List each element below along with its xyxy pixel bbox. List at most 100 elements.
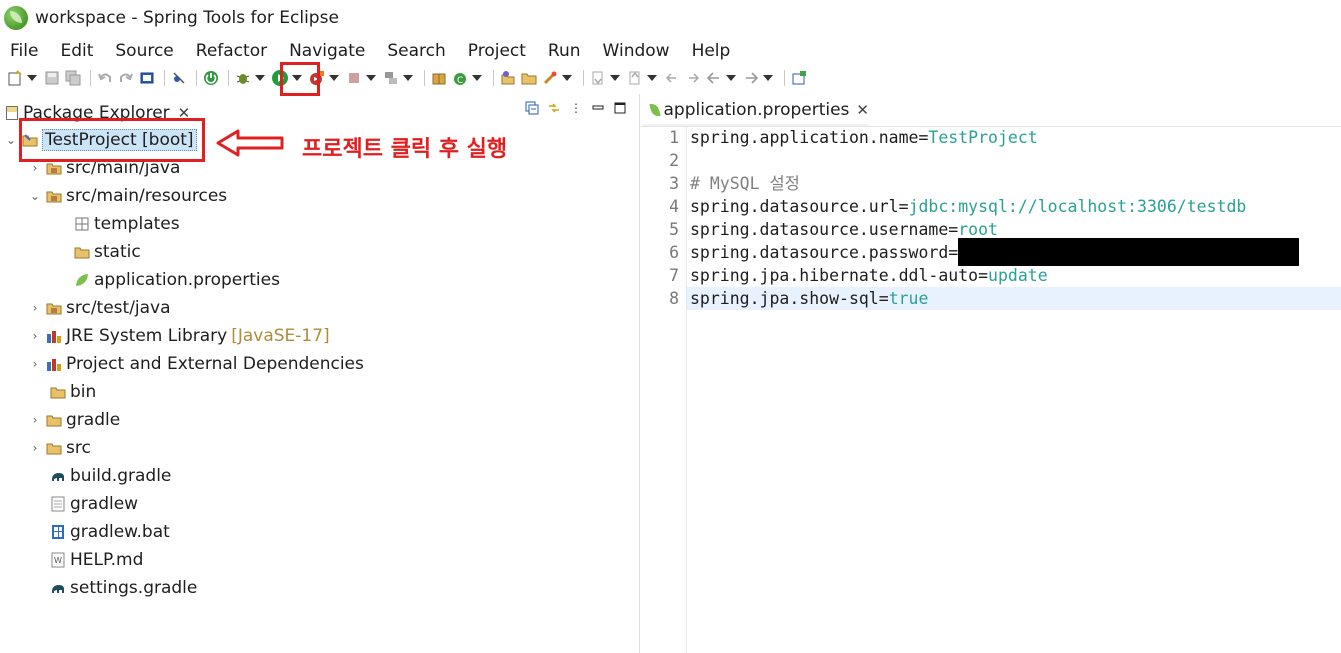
tree-item-bin[interactable]: bin [46, 380, 96, 404]
external-tools-dropdown-icon[interactable] [329, 69, 339, 87]
menu-window[interactable]: Window [592, 41, 681, 61]
line-number: 8 [669, 289, 679, 308]
open-task-dropdown-icon[interactable] [562, 69, 572, 87]
new-icon[interactable] [6, 69, 24, 87]
tab-application-properties[interactable]: application.properties ✕ [643, 96, 869, 126]
property-value: true [888, 289, 929, 308]
tree-item-gradlew-bat[interactable]: gradlew.bat [46, 520, 170, 544]
tree-item-src[interactable]: › src [28, 436, 91, 460]
view-toolbar: ⋮ [524, 100, 628, 116]
menu-edit[interactable]: Edit [49, 41, 104, 61]
debug-icon[interactable] [234, 69, 252, 87]
line-number: 5 [669, 220, 679, 239]
new-class-icon[interactable]: C [451, 69, 469, 87]
run-button-highlight [280, 62, 320, 96]
chevron-right-icon[interactable]: › [28, 357, 42, 371]
back-icon[interactable] [705, 69, 723, 87]
tree-item-src-main-resources[interactable]: ⌄ src/main/resources [28, 184, 227, 208]
skip-breakpoints-icon[interactable] [170, 69, 188, 87]
bat-file-icon [50, 524, 66, 540]
forward-dropdown-icon[interactable] [763, 69, 773, 87]
stop-icon[interactable] [345, 69, 363, 87]
menu-navigate[interactable]: Navigate [278, 41, 376, 61]
new-class-dropdown-icon[interactable] [472, 69, 482, 87]
view-menu-icon[interactable]: ⋮ [568, 100, 584, 116]
previous-annotation-dropdown-icon[interactable] [647, 69, 657, 87]
comment: # MySQL 설정 [690, 174, 800, 193]
tree-item-gradlew[interactable]: gradlew [46, 492, 138, 516]
code-line[interactable]: spring.application.name=TestProject [687, 126, 1341, 149]
property-key: spring.datasource.username [690, 220, 949, 239]
package-explorer-icon [6, 106, 18, 120]
code-line[interactable]: spring.jpa.hibernate.ddl-auto=update [687, 264, 1341, 287]
tree-item-templates[interactable]: templates [70, 212, 180, 236]
tree-item-build-gradle[interactable]: build.gradle [46, 464, 171, 488]
open-folder-icon[interactable] [520, 69, 538, 87]
new-dropdown-icon[interactable] [27, 69, 37, 87]
property-value: root [958, 220, 998, 239]
link-with-editor-icon[interactable] [546, 100, 562, 116]
next-annotation-icon[interactable] [589, 69, 607, 87]
deploy-icon[interactable] [382, 69, 400, 87]
menu-help[interactable]: Help [681, 41, 742, 61]
spring-boot-power-icon[interactable] [202, 69, 220, 87]
menu-source[interactable]: Source [104, 41, 184, 61]
chevron-right-icon[interactable]: › [28, 441, 42, 455]
menu-search[interactable]: Search [376, 41, 456, 61]
tree-item-application-properties[interactable]: application.properties [70, 268, 280, 292]
markdown-file-icon: W [50, 552, 66, 568]
menu-project[interactable]: Project [457, 41, 537, 61]
package-icon [74, 216, 90, 232]
redo-icon[interactable] [117, 69, 135, 87]
property-key: spring.application.name [690, 128, 919, 147]
forward-edit-icon[interactable] [684, 69, 702, 87]
tree-item-src-test-java[interactable]: › src/test/java [28, 296, 171, 320]
chevron-down-icon[interactable]: ⌄ [4, 133, 18, 147]
undo-icon[interactable] [96, 69, 114, 87]
save-all-icon[interactable] [64, 69, 82, 87]
code-line[interactable]: # MySQL 설정 [687, 172, 1341, 195]
svg-text:C: C [457, 76, 463, 86]
console-icon[interactable] [138, 69, 156, 87]
next-annotation-dropdown-icon[interactable] [610, 69, 620, 87]
previous-annotation-icon[interactable] [626, 69, 644, 87]
editor-tab-title: application.properties [663, 100, 850, 120]
chevron-right-icon[interactable]: › [28, 413, 42, 427]
save-icon[interactable] [43, 69, 61, 87]
new-package-icon[interactable] [430, 69, 448, 87]
tree-item-settings-gradle[interactable]: settings.gradle [46, 576, 197, 600]
debug-dropdown-icon[interactable] [255, 69, 265, 87]
tree-item-help-md[interactable]: W HELP.md [46, 548, 143, 572]
tree-item-gradle[interactable]: › gradle [28, 408, 121, 432]
open-perspective-icon[interactable] [790, 69, 808, 87]
tree-item-project-dependencies[interactable]: › Project and External Dependencies [28, 352, 364, 376]
last-edit-location-icon[interactable] [663, 69, 681, 87]
chevron-right-icon[interactable]: › [28, 161, 42, 175]
chevron-down-icon[interactable]: ⌄ [28, 189, 42, 203]
collapse-all-icon[interactable] [524, 100, 540, 116]
minimize-icon[interactable] [590, 100, 606, 116]
tree-item-static[interactable]: static [70, 240, 141, 264]
code-line[interactable]: spring.datasource.password= [687, 237, 1341, 266]
menu-file[interactable]: File [0, 41, 49, 61]
chevron-right-icon[interactable]: › [28, 301, 42, 315]
open-type-icon[interactable] [499, 69, 517, 87]
maximize-icon[interactable] [612, 100, 628, 116]
forward-icon[interactable] [742, 69, 760, 87]
menu-run[interactable]: Run [537, 41, 592, 61]
deploy-dropdown-icon[interactable] [403, 69, 413, 87]
chevron-right-icon[interactable]: › [28, 329, 42, 343]
back-dropdown-icon[interactable] [726, 69, 736, 87]
code-line[interactable] [687, 149, 1341, 172]
open-task-icon[interactable] [541, 69, 559, 87]
stop-dropdown-icon[interactable] [366, 69, 376, 87]
folder-icon [74, 244, 90, 260]
code-line-current[interactable]: spring.jpa.show-sql=true [687, 287, 1341, 310]
menu-refactor[interactable]: Refactor [185, 41, 278, 61]
tree-item-label: settings.gradle [70, 578, 198, 598]
property-key: spring.jpa.show-sql [690, 289, 879, 308]
tree-item-label: build.gradle [70, 466, 172, 486]
tree-item-jre-system-library[interactable]: › JRE System Library [JavaSE-17] [28, 324, 330, 348]
code-line[interactable]: spring.datasource.url=jdbc:mysql://local… [687, 195, 1341, 218]
close-icon[interactable]: ✕ [856, 101, 869, 119]
